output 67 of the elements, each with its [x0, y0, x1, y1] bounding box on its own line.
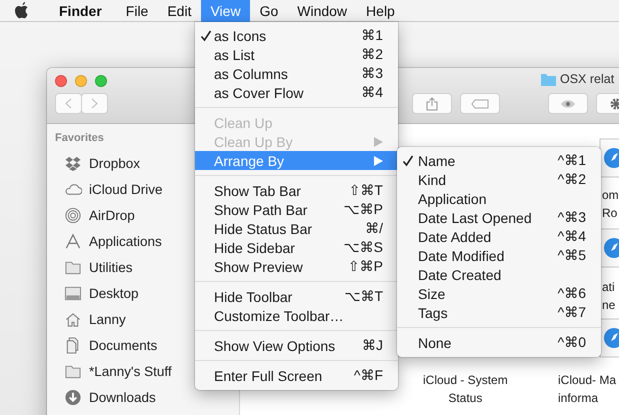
file-name[interactable]: iCloud - System Status — [423, 371, 508, 407]
back-button[interactable] — [55, 93, 82, 114]
menu-item[interactable]: Hide Status Bar ⌘/ — [195, 219, 398, 238]
quick-look-button[interactable] — [548, 93, 588, 114]
chevron-right-icon — [91, 98, 98, 109]
menu-item[interactable]: Enter Full Screen ^⌘F — [195, 366, 398, 385]
menu-item[interactable]: Hide Toolbar ⌥⌘T — [195, 287, 398, 306]
sidebar-item[interactable]: Desktop — [47, 280, 143, 306]
sidebar-item-icon — [64, 154, 82, 172]
folder-icon — [541, 72, 556, 86]
menu-item[interactable]: None ^⌘0 — [397, 333, 601, 352]
eye-icon — [560, 98, 576, 108]
close-button[interactable] — [55, 75, 67, 87]
menu-bar-item[interactable]: File — [116, 0, 158, 22]
menu-item[interactable]: as Columns ⌘3 — [195, 64, 398, 83]
menu-item[interactable]: Show View Options ⌘J — [195, 336, 398, 355]
sidebar-item[interactable]: *Lanny's Stuff — [47, 358, 176, 384]
minimize-button[interactable] — [75, 75, 87, 87]
sidebar-item[interactable]: Dropbox — [47, 150, 144, 176]
menu-item[interactable]: Show Preview ⇧⌘P — [195, 257, 398, 276]
menu-bar-item[interactable]: Help — [357, 0, 404, 22]
menu-item[interactable]: as Cover Flow ⌘4 — [195, 83, 398, 102]
sidebar-item-icon — [64, 206, 82, 224]
menu-item[interactable]: as List ⌘2 — [195, 45, 398, 64]
menu-item[interactable]: Show Tab Bar ⇧⌘T — [195, 181, 398, 200]
sidebar-item[interactable]: iCloud Drive — [47, 176, 167, 202]
menu-item[interactable]: Date Last Opened ^⌘3 — [397, 208, 601, 227]
menu-item[interactable]: Name ^⌘1 — [397, 151, 601, 170]
sidebar-item[interactable]: Applications — [47, 228, 166, 254]
menu-item[interactable]: Tags ^⌘7 — [397, 303, 601, 322]
chevron-left-icon — [65, 98, 72, 109]
sidebar-item[interactable]: Utilities — [47, 254, 137, 280]
gear-icon — [609, 96, 619, 110]
menu-bar-item[interactable]: Window — [288, 0, 356, 22]
menu-item[interactable]: Customize Toolbar… — [195, 306, 398, 325]
tag-button[interactable] — [460, 93, 500, 114]
sidebar-item[interactable]: Documents — [47, 332, 162, 358]
sidebar-item[interactable]: Lanny — [47, 306, 130, 332]
menu-item[interactable]: Kind ^⌘2 — [397, 170, 601, 189]
menu-item[interactable]: Show Path Bar ⌥⌘P — [195, 200, 398, 219]
menu-item[interactable]: as Icons ⌘1 — [195, 26, 398, 45]
menu-bar-item[interactable]: Edit — [158, 0, 200, 22]
file-name[interactable]: ati ne — [602, 278, 616, 314]
zoom-button[interactable] — [95, 75, 107, 87]
menu-bar-item[interactable]: Finder — [50, 0, 111, 22]
menu-item[interactable]: Hide Sidebar ⌥⌘S — [195, 238, 398, 257]
sidebar-item-icon — [64, 232, 82, 250]
menu-item[interactable]: Size ^⌘6 — [397, 284, 601, 303]
sidebar-item[interactable]: AirDrop — [47, 202, 139, 228]
sidebar-heading: Favorites — [54, 132, 104, 146]
sidebar-item-icon — [64, 284, 82, 302]
share-icon — [426, 96, 438, 110]
sidebar-item-icon — [64, 310, 82, 328]
menu-item[interactable]: Date Added ^⌘4 — [397, 227, 601, 246]
menu-item[interactable]: Application — [397, 189, 601, 208]
share-button[interactable] — [412, 93, 452, 114]
menu-item[interactable]: Date Modified ^⌘5 — [397, 246, 601, 265]
forward-button[interactable] — [81, 93, 108, 114]
apple-logo-icon[interactable] — [14, 2, 30, 20]
sidebar-item[interactable]: Downloads — [47, 384, 160, 410]
file-name[interactable]: iCloud- Ma informa — [558, 371, 616, 407]
file-name[interactable]: om Ro — [602, 186, 619, 222]
sidebar-item-icon — [64, 388, 82, 406]
tag-icon — [471, 98, 489, 108]
window-title: OSX relat — [560, 72, 614, 86]
menu-bar-item[interactable]: Go — [250, 0, 288, 22]
menu-item[interactable]: Date Created — [397, 265, 601, 284]
